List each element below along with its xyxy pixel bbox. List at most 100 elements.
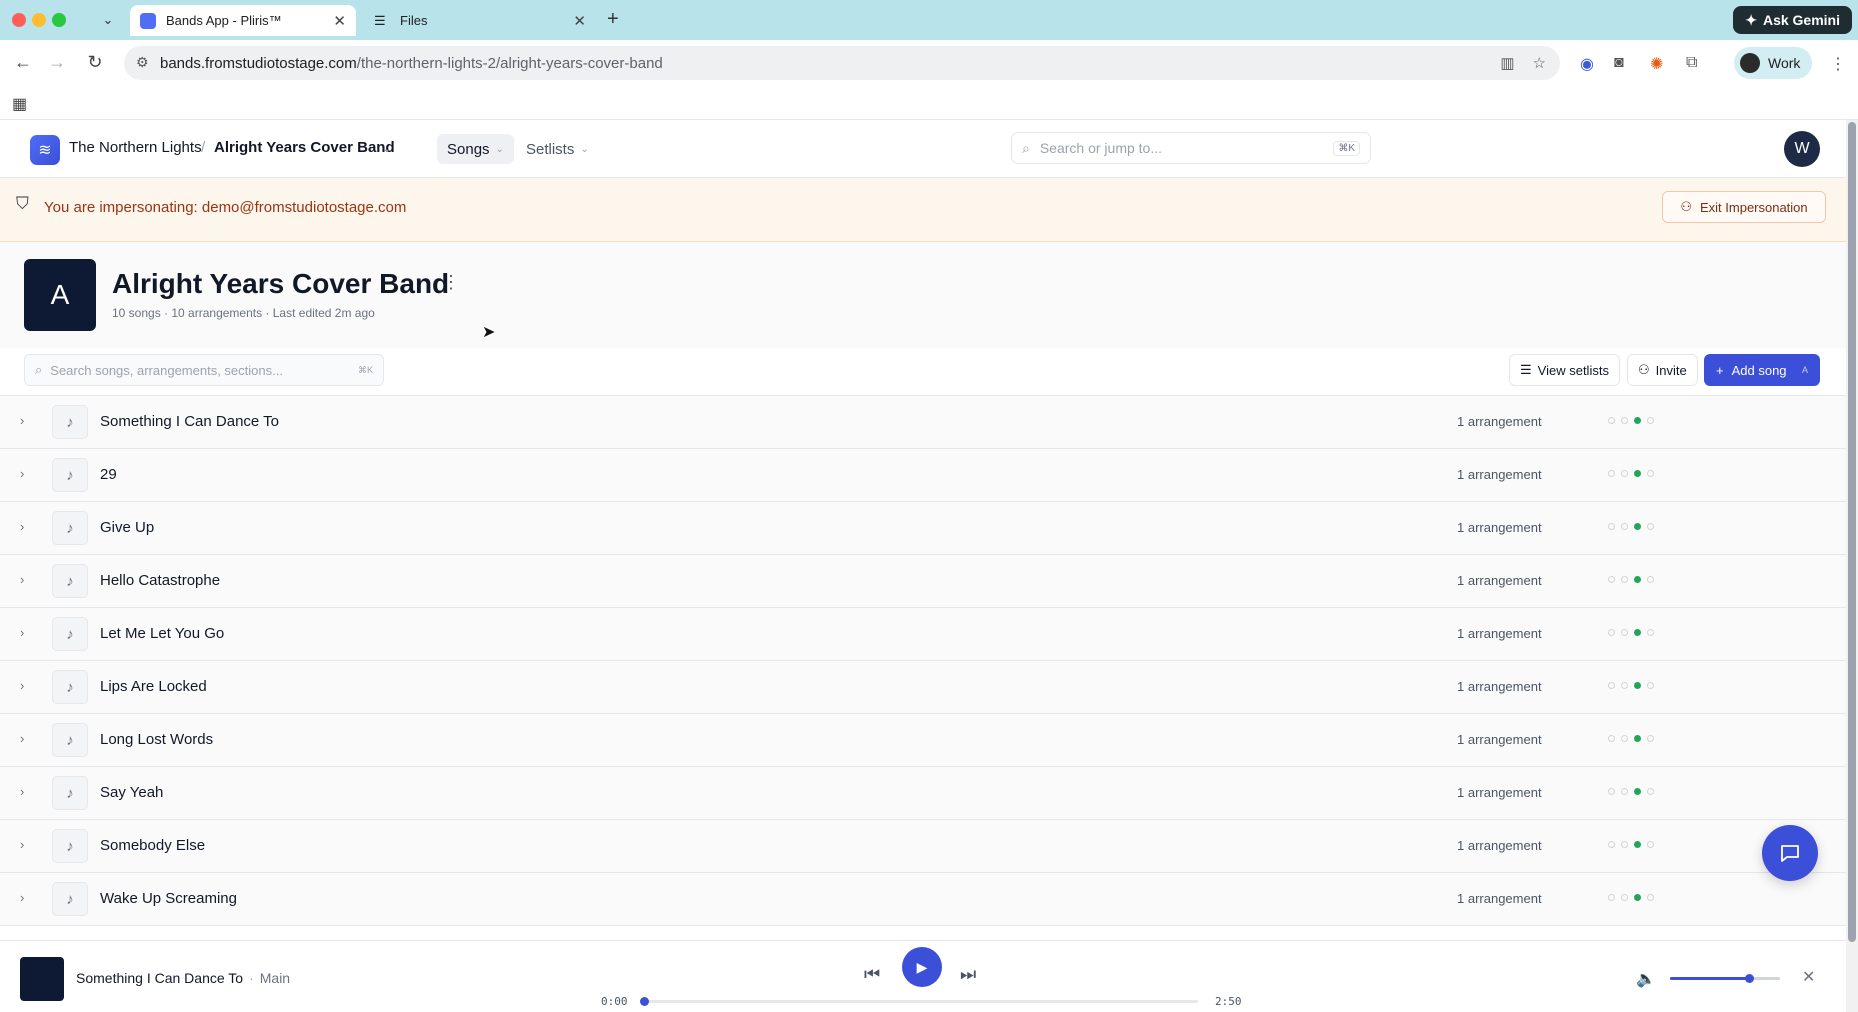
song-name[interactable]: Wake Up Screaming <box>100 890 237 907</box>
song-name[interactable]: Let Me Let You Go <box>100 625 224 642</box>
nav-songs[interactable]: Songs ⌄ <box>437 134 514 164</box>
password-extension-icon[interactable]: ◉ <box>1580 54 1594 74</box>
song-row[interactable]: › ♪ 29 1 arrangement <box>0 449 1846 502</box>
scrollbar-thumb[interactable] <box>1848 122 1856 942</box>
status-dot <box>1634 894 1641 901</box>
status-dot <box>1634 788 1641 795</box>
add-song-button[interactable]: + Add song A <box>1704 354 1820 386</box>
status-dot <box>1634 417 1641 424</box>
exit-impersonation-button[interactable]: ⚇ Exit Impersonation <box>1662 191 1826 223</box>
music-note-icon: ♪ <box>52 564 88 598</box>
song-search-placeholder: Search songs, arrangements, sections... <box>50 362 283 378</box>
song-search-shortcut-kbd: ⌘K <box>357 364 373 375</box>
breadcrumb-project[interactable]: Alright Years Cover Band <box>214 139 395 156</box>
play-button[interactable]: ▶ <box>902 947 942 987</box>
song-row[interactable]: › ♪ Give Up 1 arrangement <box>0 502 1846 555</box>
expand-chevron-icon[interactable]: › <box>20 890 24 905</box>
volume-fill <box>1670 977 1750 980</box>
claude-extension-icon[interactable]: ✺ <box>1650 54 1663 74</box>
page-scrollbar[interactable] <box>1846 120 1858 1012</box>
volume-slider[interactable] <box>1670 974 1780 983</box>
bookmark-star-icon[interactable]: ☆ <box>1533 54 1546 72</box>
song-name[interactable]: Give Up <box>100 519 154 536</box>
song-row[interactable]: › ♪ Wake Up Screaming 1 arrangement <box>0 873 1846 926</box>
user-plus-icon: ⚇ <box>1638 362 1650 377</box>
status-dot <box>1621 894 1628 901</box>
song-search-input[interactable]: ⌕ Search songs, arrangements, sections..… <box>24 354 384 386</box>
address-bar[interactable]: ⚙ bands.fromstudiotostage.com/the-northe… <box>124 46 1560 80</box>
audio-player: Something I Can Dance To · Main ⏮ ▶ ⏭ 0:00… <box>0 940 1846 1012</box>
browser-toolbar: ← → ↻ ⚙ bands.fromstudiotostage.com/the-… <box>0 40 1858 86</box>
tab-close-icon[interactable]: ✕ <box>333 12 346 30</box>
back-arrow-icon[interactable]: ← <box>12 52 34 73</box>
camera-extension-icon[interactable]: ◙ <box>1614 54 1624 72</box>
expand-chevron-icon[interactable]: › <box>20 837 24 852</box>
song-name[interactable]: Something I Can Dance To <box>100 413 279 430</box>
browser-menu-icon[interactable]: ⋮ <box>1830 54 1846 74</box>
status-dot <box>1608 470 1615 477</box>
breadcrumb-org[interactable]: The Northern Lights <box>69 139 202 156</box>
song-name[interactable]: Long Lost Words <box>100 731 213 748</box>
browser-tab-bar: ⌄ Bands App - Pliris™ ✕ ☰ Files ✕ + ✦ As… <box>0 0 1858 40</box>
expand-chevron-icon[interactable]: › <box>20 466 24 481</box>
song-row[interactable]: › ♪ Let Me Let You Go 1 arrangement <box>0 608 1846 661</box>
progress-knob[interactable] <box>640 997 649 1006</box>
now-playing-song: Something I Can Dance To <box>76 970 244 986</box>
chat-support-button[interactable] <box>1762 825 1818 881</box>
project-switch-chevron-icon[interactable]: ⌄ <box>382 142 391 155</box>
view-setlists-button[interactable]: ☰ View setlists <box>1509 354 1620 386</box>
expand-chevron-icon[interactable]: › <box>20 625 24 640</box>
apps-grid-icon[interactable]: ▦ <box>12 94 27 114</box>
tab-files[interactable]: ☰ Files ✕ <box>364 5 596 36</box>
expand-chevron-icon[interactable]: › <box>20 519 24 534</box>
song-name[interactable]: Say Yeah <box>100 784 163 801</box>
expand-chevron-icon[interactable]: › <box>20 784 24 799</box>
tab-close-icon[interactable]: ✕ <box>573 12 586 30</box>
invite-button[interactable]: ⚇ Invite <box>1627 354 1698 386</box>
song-row[interactable]: › ♪ Somebody Else 1 arrangement <box>0 820 1846 873</box>
volume-icon[interactable]: 🔈 <box>1636 969 1656 989</box>
window-close-button[interactable] <box>12 13 26 27</box>
profile-chip[interactable]: Work <box>1734 47 1813 79</box>
forward-arrow-icon[interactable]: → <box>46 52 68 73</box>
ask-gemini-button[interactable]: ✦ Ask Gemini <box>1733 6 1852 34</box>
previous-track-icon[interactable]: ⏮ <box>864 964 880 985</box>
user-avatar[interactable]: W <box>1784 131 1820 167</box>
next-track-icon[interactable]: ⏭ <box>960 964 976 985</box>
expand-chevron-icon[interactable]: › <box>20 572 24 587</box>
song-row[interactable]: › ♪ Lips Are Locked 1 arrangement <box>0 661 1846 714</box>
tab-search-chevron-icon[interactable]: ⌄ <box>98 10 118 30</box>
app-logo-icon[interactable]: ≋ <box>30 135 60 165</box>
status-dot <box>1608 629 1615 636</box>
reload-icon[interactable]: ↻ <box>84 52 106 73</box>
duration-time: 2:50 <box>1215 995 1242 1008</box>
new-tab-plus-icon[interactable]: + <box>607 8 619 31</box>
more-options-icon[interactable]: ⋮ <box>442 272 460 293</box>
song-name[interactable]: 29 <box>100 466 117 483</box>
extensions-puzzle-icon[interactable]: ⧉ <box>1686 54 1697 72</box>
window-zoom-button[interactable] <box>52 13 66 27</box>
expand-chevron-icon[interactable]: › <box>20 731 24 746</box>
expand-chevron-icon[interactable]: › <box>20 413 24 428</box>
nav-setlists[interactable]: Setlists ⌄ <box>516 134 599 164</box>
site-settings-icon[interactable]: ⚙ <box>136 54 149 71</box>
song-row[interactable]: › ♪ Long Lost Words 1 arrangement <box>0 714 1846 767</box>
project-avatar: A <box>24 259 96 331</box>
status-dot <box>1647 841 1654 848</box>
song-status-dots <box>1608 576 1654 583</box>
reader-mode-icon[interactable]: ▥ <box>1500 54 1514 72</box>
global-search-input[interactable]: ⌕ Search or jump to... ⌘K <box>1011 132 1371 164</box>
window-minimize-button[interactable] <box>32 13 46 27</box>
volume-knob[interactable] <box>1745 974 1755 983</box>
song-row[interactable]: › ♪ Hello Catastrophe 1 arrangement <box>0 555 1846 608</box>
close-player-icon[interactable]: ✕ <box>1802 967 1815 987</box>
song-row[interactable]: › ♪ Say Yeah 1 arrangement <box>0 767 1846 820</box>
song-row[interactable]: › ♪ Something I Can Dance To 1 arrangement <box>0 396 1846 449</box>
status-dot <box>1608 841 1615 848</box>
song-name[interactable]: Hello Catastrophe <box>100 572 220 589</box>
progress-slider[interactable] <box>640 997 1198 1006</box>
expand-chevron-icon[interactable]: › <box>20 678 24 693</box>
song-name[interactable]: Lips Are Locked <box>100 678 207 695</box>
tab-bands-app[interactable]: Bands App - Pliris™ ✕ <box>130 5 356 36</box>
song-name[interactable]: Somebody Else <box>100 837 205 854</box>
